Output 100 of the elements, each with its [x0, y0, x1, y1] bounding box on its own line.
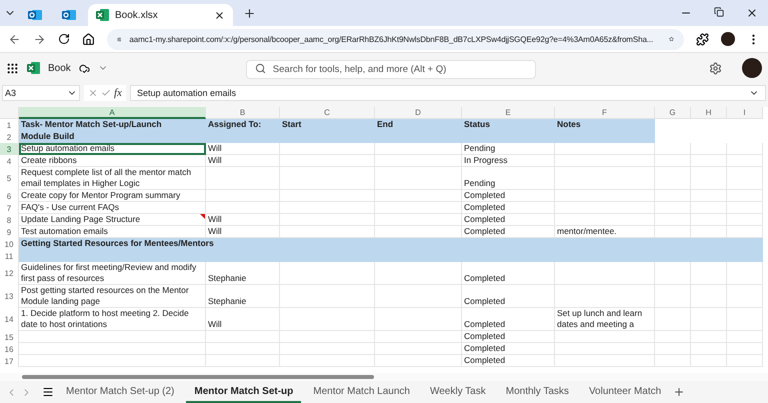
extensions-icon[interactable] [696, 32, 709, 46]
table-cell: In Progress [462, 155, 555, 167]
table-cell [655, 308, 691, 331]
table-cell [691, 308, 727, 331]
tab-title: Book.xlsx [115, 10, 158, 20]
column-header[interactable]: B [206, 107, 280, 119]
address-bar[interactable]: aamc1-my.sharepoint.com/:x:/g/personal/bcooper_aamc_org/ERarRhBZ6JhKt9NwlsDbnF8B_dB7cLXPSw4djjSGQEe92g?e=4%3Am0A65z&fromSha... [107, 28, 684, 50]
column-header[interactable]: G [655, 107, 691, 119]
horizontal-scrollbar[interactable] [0, 373, 768, 381]
url-text: aamc1-my.sharepoint.com/:x:/g/personal/bcooper_aamc_org/ERarRhBZ6JhKt9NwlsDbnF8B_dB7cLXPSw4djjSGQEe92g?e=4%3Am0A65z&fromSha... [129, 34, 654, 44]
table-cell: Post getting started resources on the Mentor Module landing page [19, 285, 206, 308]
sheet-tab[interactable]: Mentor Match Launch [305, 382, 418, 402]
row-number: 3 [0, 143, 19, 155]
table-cell: Test automation emails [19, 226, 206, 238]
table-cell [655, 202, 691, 214]
new-tab-icon[interactable] [243, 6, 256, 20]
table-cell: Will [206, 214, 280, 226]
table-cell: Getting Started Resources for Mentees/Mentors [19, 238, 763, 250]
table-cell [727, 214, 763, 226]
sheet-tab[interactable]: Monthly Tasks [498, 382, 577, 402]
insert-function-button[interactable]: fx [114, 87, 122, 99]
table-cell [691, 143, 727, 155]
table-cell: Will [206, 226, 280, 238]
table-cell: Task- Mentor Match Set-up/Launch [19, 119, 206, 131]
table-cell [655, 285, 691, 308]
profile-avatar[interactable] [742, 58, 762, 78]
spreadsheet-icon [96, 9, 109, 21]
table-cell: Pending [462, 143, 555, 155]
table-cell: Completed [462, 308, 555, 331]
sheet-tab[interactable]: Mentor Match Set-up [186, 382, 302, 402]
table-cell: Create ribbons [19, 155, 206, 167]
column-header[interactable]: F [555, 107, 655, 119]
table-cell [655, 190, 691, 202]
column-header[interactable]: H [691, 107, 727, 119]
table-cell: Completed [462, 343, 555, 355]
column-header[interactable]: I [727, 107, 763, 119]
table-cell: Completed [462, 331, 555, 343]
table-cell: Status [462, 119, 555, 131]
table-cell: Start [280, 119, 375, 131]
close-icon[interactable] [746, 7, 758, 19]
mail-app-icon [28, 9, 42, 21]
forward-icon[interactable] [33, 32, 46, 46]
table-cell: Stephanie [206, 262, 280, 285]
table-cell: Completed [462, 202, 555, 214]
check-icon[interactable] [101, 88, 111, 98]
table-cell [727, 308, 763, 331]
cancel-icon[interactable] [88, 88, 98, 98]
table-cell: Setup automation emails [19, 143, 206, 155]
table-cell: Will [206, 143, 280, 155]
table-cell: Completed [462, 355, 555, 367]
sheet-tab[interactable]: Mentor Match Set-up (2) [58, 382, 182, 402]
menu-icon[interactable] [42, 386, 54, 398]
table-cell [691, 262, 727, 285]
document-name[interactable]: Book [48, 62, 71, 74]
table-cell [727, 226, 763, 238]
restore-icon[interactable] [714, 7, 724, 17]
search-field[interactable]: Search for tools, help, and more (Alt + Q) [246, 60, 536, 78]
column-header[interactable]: C [280, 107, 375, 119]
table-cell [727, 343, 763, 355]
table-cell [727, 143, 763, 155]
table-cell: FAQ's - Use current FAQs [19, 202, 206, 214]
table-cell [655, 331, 691, 343]
table-cell: Update Landing Page Structure [19, 214, 206, 226]
table-cell: Completed [462, 285, 555, 308]
table-cell: Stephanie [206, 285, 280, 308]
reload-icon[interactable] [58, 33, 70, 45]
table-cell [691, 343, 727, 355]
scroll-thumb[interactable] [22, 375, 374, 379]
table-cell: Completed [462, 262, 555, 285]
column-header[interactable]: E [462, 107, 555, 119]
column-header[interactable]: A [19, 107, 206, 119]
table-cell [691, 285, 727, 308]
add-sheet-icon[interactable] [673, 386, 686, 398]
table-cell: Set up lunch and learn dates and meeting a [555, 308, 655, 331]
home-icon[interactable] [82, 32, 95, 46]
sheet-tab[interactable]: Weekly Task [422, 382, 494, 402]
name-box[interactable]: A3 [2, 85, 80, 101]
table-cell [655, 355, 691, 367]
app-launcher-icon[interactable] [6, 62, 19, 74]
table-cell [691, 202, 727, 214]
column-header[interactable]: D [375, 107, 462, 119]
table-cell [727, 355, 763, 367]
close-icon[interactable] [214, 10, 225, 20]
table-cell [727, 155, 763, 167]
sheet-tab[interactable]: Volunteer Match [580, 382, 670, 402]
table-cell [655, 155, 691, 167]
search-icon [254, 62, 266, 74]
table-cell [691, 155, 727, 167]
table-cell [691, 331, 727, 343]
table-cell: Completed [462, 226, 555, 238]
back-icon[interactable] [8, 32, 21, 46]
profile-avatar[interactable] [721, 32, 735, 46]
formula-field[interactable]: Setup automation emails [130, 85, 766, 101]
table-cell: Notes [555, 119, 655, 131]
table-cell [727, 190, 763, 202]
table-cell [727, 331, 763, 343]
settings-icon[interactable] [709, 62, 722, 74]
table-cell [655, 343, 691, 355]
table-cell [655, 214, 691, 226]
browser-tab[interactable]: Book.xlsx [88, 4, 233, 26]
